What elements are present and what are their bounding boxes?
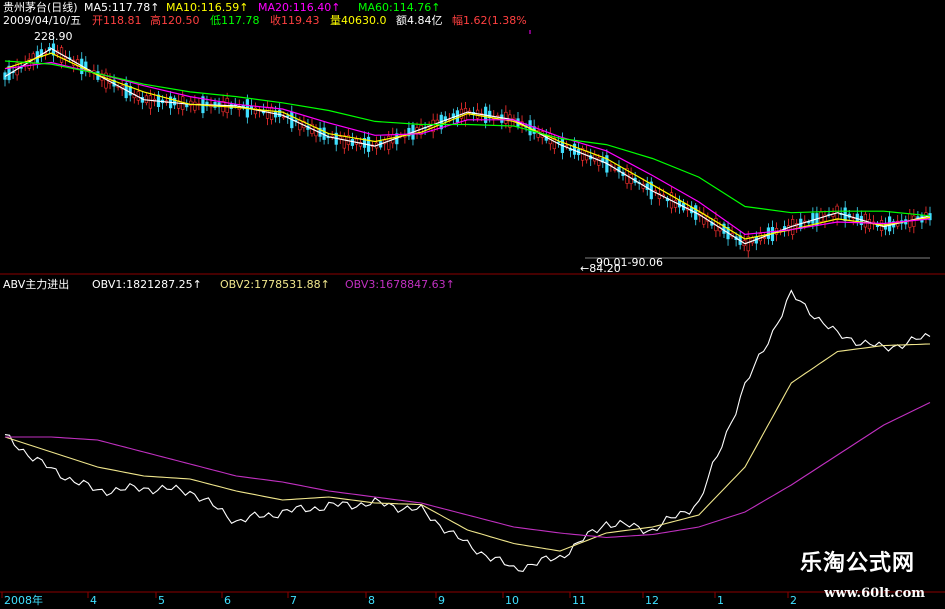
watermark-text: 乐淘公式网 — [799, 551, 915, 576]
x-tick-label: 2 — [790, 594, 797, 607]
stock-chart-window: 贵州茅台(日线) MA5:117.78↑ MA10:116.59↑ MA20:1… — [0, 0, 945, 609]
stock-title: 贵州茅台(日线) — [3, 1, 78, 14]
amount-label: 额4.84亿 — [396, 14, 443, 27]
x-tick-label: 4 — [90, 594, 97, 607]
low-price-annotation: ←84.20 — [580, 262, 621, 275]
change-label: 幅1.62(1.38% — [452, 14, 527, 27]
high-price-annotation: 228.90 — [34, 30, 73, 43]
x-tick-label: 2008年 — [4, 594, 43, 607]
ma60-label: MA60:114.76↑ — [358, 1, 441, 14]
candle-body — [597, 157, 601, 166]
candle-body — [912, 215, 916, 227]
chart-canvas[interactable] — [0, 0, 945, 609]
x-tick-label: 8 — [368, 594, 375, 607]
candle-body — [766, 227, 771, 239]
candle-body — [572, 143, 577, 155]
indicator-name: ABV主力进出 — [3, 278, 70, 291]
x-tick-label: 11 — [572, 594, 586, 607]
x-tick-label: 9 — [438, 594, 445, 607]
candle-body — [144, 95, 148, 104]
obv2-line — [4, 343, 931, 552]
open-label: 开118.81 — [92, 14, 142, 27]
watermark-url: www.60lt.com — [824, 586, 925, 601]
ma5-line — [4, 47, 931, 245]
date-label: 2009/04/10/五 — [3, 14, 82, 27]
candle-body — [193, 101, 197, 111]
candle-body — [673, 199, 678, 208]
volume-label: 量40630.0 — [330, 14, 387, 27]
ma20-label: MA20:116.40↑ — [258, 1, 341, 14]
ma10-label: MA10:116.59↑ — [166, 1, 249, 14]
obv3-line — [5, 402, 931, 539]
x-tick-label: 5 — [158, 594, 165, 607]
candle-body — [811, 213, 815, 224]
candle-body — [282, 116, 286, 119]
candle-body — [867, 219, 872, 230]
obv1-label: OBV1:1821287.25↑ — [92, 278, 202, 291]
high-label: 高120.50 — [150, 14, 200, 27]
low-label: 低117.78 — [210, 14, 260, 27]
candle-body — [278, 109, 282, 117]
x-tick-label: 1 — [717, 594, 724, 607]
ma10-line — [4, 52, 931, 240]
candle-body — [342, 135, 346, 149]
x-tick-label: 12 — [645, 594, 659, 607]
x-tick-label: 7 — [290, 594, 297, 607]
candle-body — [350, 139, 354, 146]
candle-body — [148, 95, 153, 109]
candle-body — [702, 213, 706, 225]
candle-body — [298, 119, 302, 131]
obv1-line — [4, 289, 931, 572]
close-label: 收119.43 — [270, 14, 320, 27]
x-tick-label: 10 — [505, 594, 519, 607]
candle-body — [855, 213, 859, 222]
ma20-line — [4, 61, 931, 236]
candle-body — [762, 237, 766, 239]
obv3-label: OBV3:1678847.63↑ — [345, 278, 455, 291]
ma60-line — [4, 60, 931, 217]
candle-body — [496, 115, 500, 117]
ma5-label: MA5:117.78↑ — [84, 1, 160, 14]
x-tick-label: 6 — [224, 594, 231, 607]
obv2-label: OBV2:1778531.88↑ — [220, 278, 330, 291]
candle-body — [173, 97, 177, 106]
